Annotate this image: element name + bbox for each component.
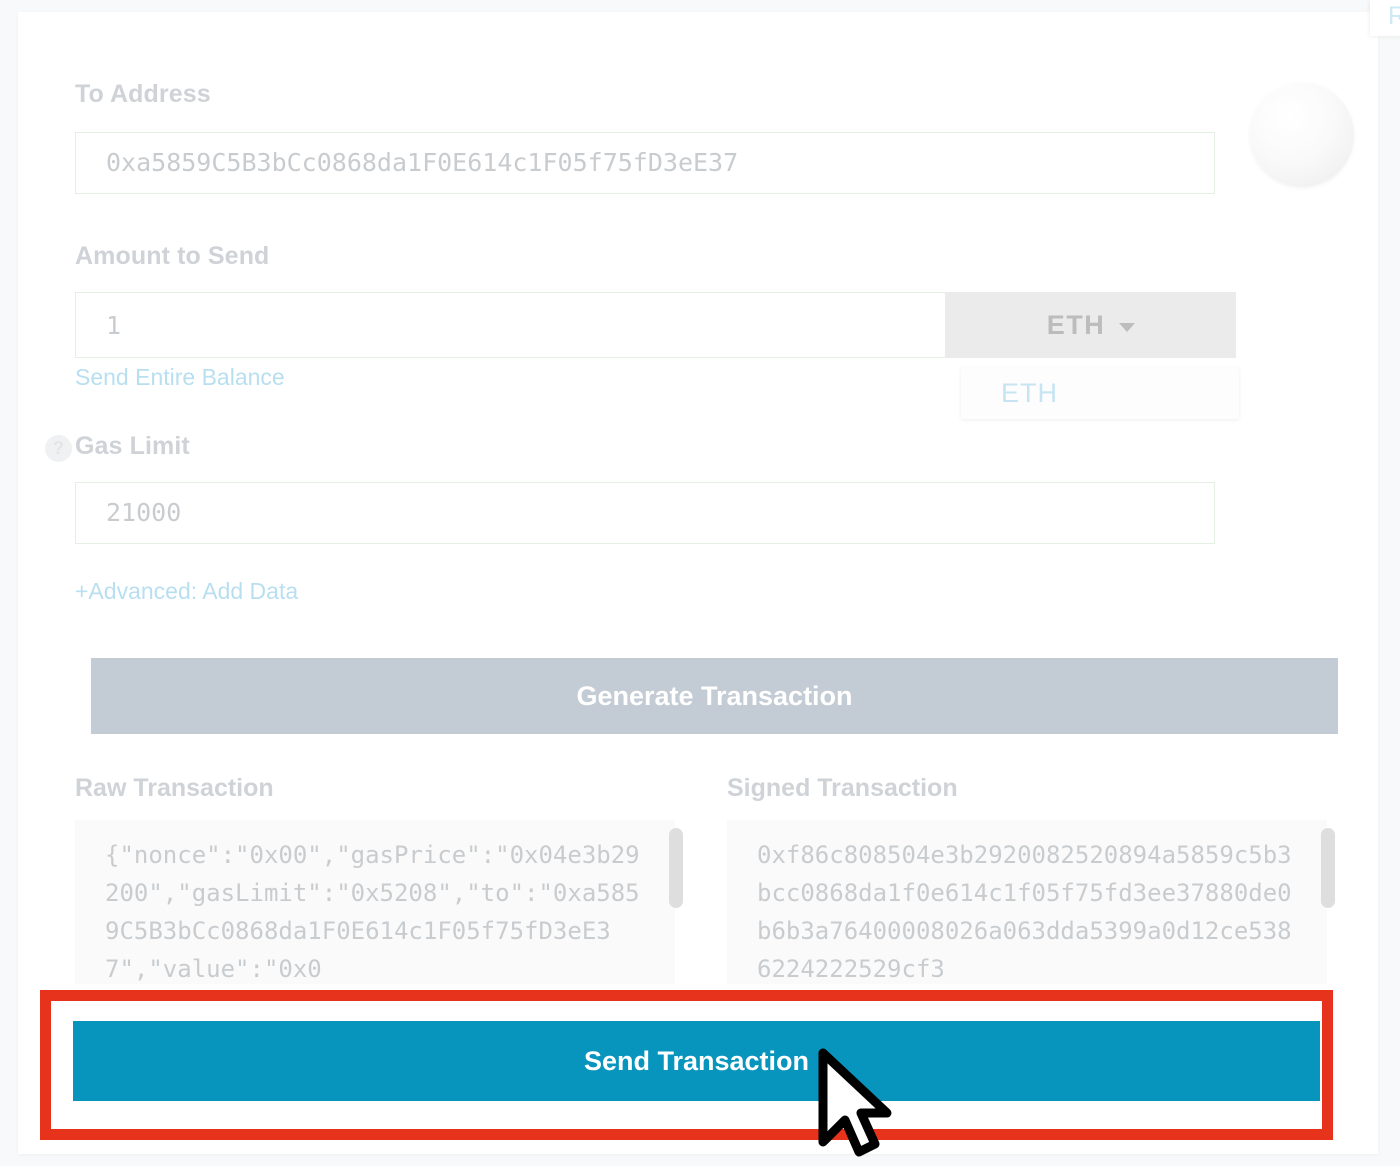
raw-transaction-title: Raw Transaction [75, 774, 274, 802]
gas-limit-input[interactable] [75, 482, 1215, 544]
amount-to-send-label: Amount to Send [75, 242, 270, 270]
advanced-add-data-link[interactable]: +Advanced: Add Data [75, 578, 298, 605]
signed-transaction-scrollbar-thumb[interactable] [1321, 828, 1335, 908]
address-blockie-avatar [1250, 83, 1354, 187]
send-entire-balance-link[interactable]: Send Entire Balance [75, 364, 285, 391]
raw-transaction-textarea[interactable]: {"nonce":"0x00","gasPrice":"0x04e3b29200… [75, 820, 675, 984]
unit-option-eth[interactable]: ETH [961, 378, 1058, 409]
unit-dropdown-button[interactable]: ETH [946, 292, 1236, 358]
signed-transaction-scrollbar[interactable] [1321, 820, 1335, 984]
send-transaction-card: To Address Amount to Send ETH ETH Send E… [18, 12, 1378, 1154]
amount-input[interactable] [75, 292, 946, 358]
page-root: To Address Amount to Send ETH ETH Send E… [0, 0, 1400, 1166]
raw-transaction-scrollbar-thumb[interactable] [669, 828, 683, 908]
to-address-label: To Address [75, 80, 211, 108]
unit-dropdown-menu[interactable]: ETH [961, 367, 1239, 419]
side-popup-panel[interactable]: R [1370, 0, 1400, 36]
signed-transaction-title: Signed Transaction [727, 774, 958, 802]
signed-transaction-textarea[interactable]: 0xf86c808504e3b2920082520894a5859c5b3bcc… [727, 820, 1327, 984]
gas-limit-label: Gas Limit [75, 432, 190, 460]
unit-dropdown-selected: ETH [1046, 309, 1106, 340]
chevron-down-icon [1119, 323, 1136, 332]
side-popup-text: R [1388, 2, 1400, 30]
send-transaction-button[interactable]: Send Transaction [73, 1021, 1320, 1101]
question-mark-icon[interactable]: ? [45, 435, 72, 462]
to-address-input[interactable] [75, 132, 1215, 194]
generate-transaction-button[interactable]: Generate Transaction [91, 658, 1338, 734]
raw-transaction-scrollbar[interactable] [669, 820, 683, 984]
